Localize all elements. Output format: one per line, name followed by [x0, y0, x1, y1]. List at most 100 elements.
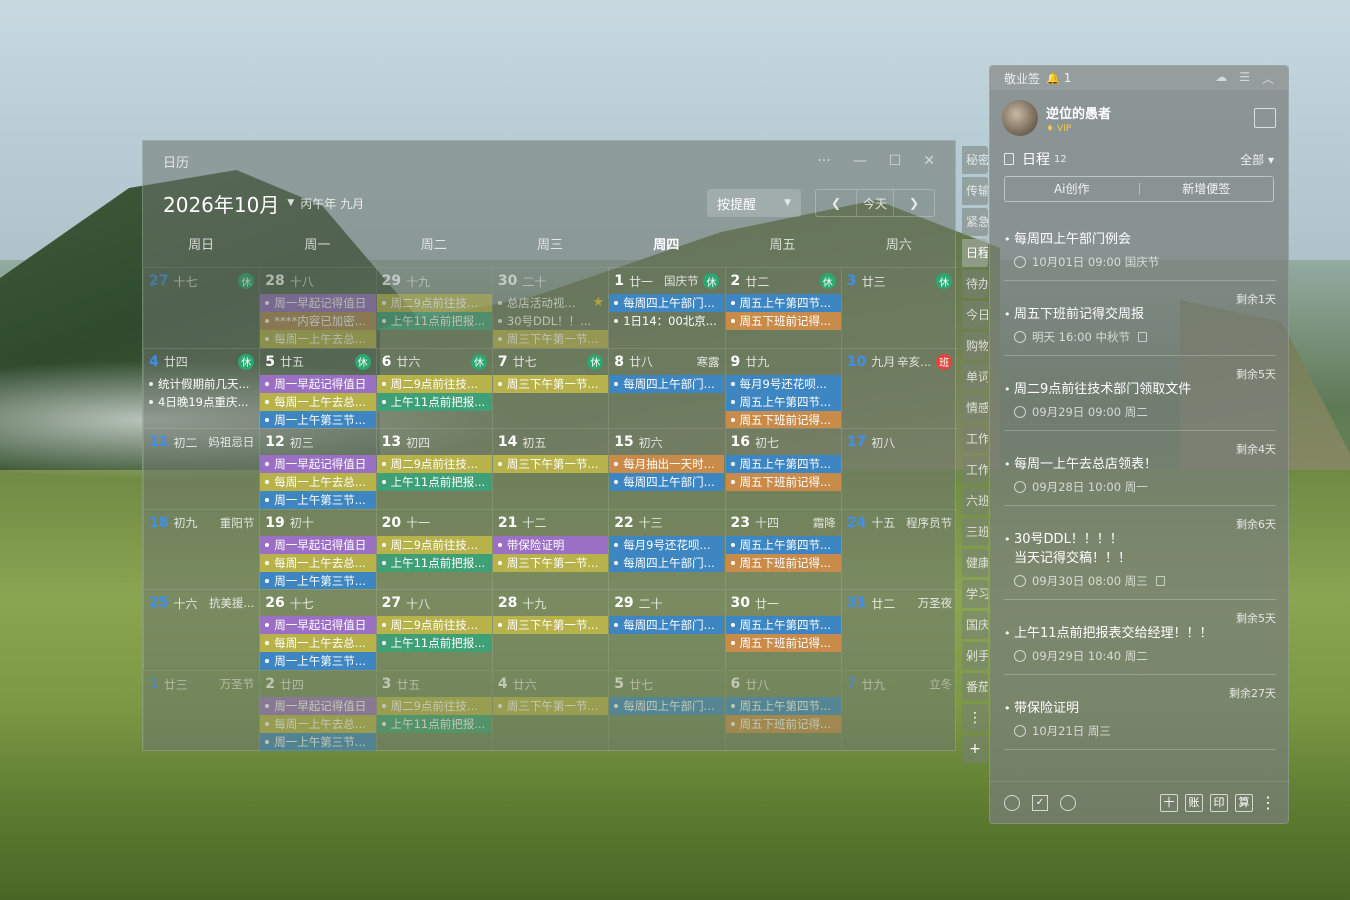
day-cell[interactable]: 31 廿二 万圣夜 — [840, 589, 958, 670]
day-cell[interactable]: 3 廿三 休 — [840, 267, 958, 348]
calendar-event[interactable]: 周一上午第三节... — [260, 571, 376, 590]
day-cell[interactable]: 26 十七 周一早起记得值日 每周一上午去总... 周一上午第三节... — [259, 589, 376, 670]
category-tab[interactable]: 今日 — [962, 301, 988, 329]
day-cell[interactable]: 1 廿一 国庆节休每周四上午部门... 1日14：00北京... — [608, 267, 725, 348]
category-tab[interactable]: 工作 — [962, 425, 988, 453]
day-cell[interactable]: 24 十五 程序员节 — [840, 508, 958, 590]
day-cell[interactable]: 28 十九 周三下午第一节... — [491, 589, 609, 670]
category-tab[interactable]: 六班 — [962, 487, 988, 515]
calendar-event[interactable]: 每周一上午去总... — [260, 553, 376, 572]
note-item[interactable]: 剩余6天30号DDL！！！！当天记得交稿！！！ 09月30日 08:00 周三 — [1004, 506, 1276, 600]
day-cell[interactable]: 17 初八 — [840, 428, 958, 509]
category-tab[interactable]: 购物 — [962, 332, 988, 360]
calendar-event[interactable]: 周五上午第四节... — [725, 616, 841, 635]
day-cell[interactable]: 18 初九 重阳节 — [143, 508, 260, 590]
month-dropdown-icon[interactable]: ▼ — [287, 198, 294, 208]
filter-dropdown[interactable]: 全部 ▾ — [1240, 151, 1274, 168]
calendar-event[interactable]: 每周四上午部门... — [609, 616, 725, 635]
day-cell[interactable]: 19 初十 周一早起记得值日 每周一上午去总... 周一上午第三节... — [259, 508, 376, 590]
day-cell[interactable]: 5 廿七 每周四上午部门... — [608, 670, 725, 751]
calendar-event[interactable]: 上午11点前把报... — [376, 634, 492, 653]
day-cell[interactable]: 3 廿五 周二9点前往技... 上午11点前把报... — [375, 670, 492, 751]
month-title[interactable]: 2026年10月 — [163, 189, 279, 218]
calendar-event[interactable]: 周五上午第四节... — [725, 294, 841, 312]
calendar-event[interactable]: 30号DDL！！... — [493, 312, 608, 330]
calendar-event[interactable]: 周一早起记得值日 — [260, 374, 376, 393]
category-tab[interactable]: 剁手 — [962, 642, 988, 670]
calendar-event[interactable]: 周一早起记得值日 — [260, 455, 376, 474]
calendar-event[interactable]: 周三下午第一节... — [492, 374, 609, 393]
note-item[interactable]: 每周四上午部门例会 10月01日 09:00 国庆节 — [1004, 216, 1276, 281]
search-icon[interactable] — [1060, 794, 1076, 811]
calendar-event[interactable]: 每周一上午去总... — [260, 473, 376, 492]
calendar-event[interactable]: 每周一上午去总... — [260, 330, 376, 348]
calendar-event[interactable]: 每周四上午部门... — [609, 374, 725, 393]
day-cell[interactable]: 13 初四 周二9点前往技... 上午11点前把报... — [375, 428, 492, 509]
new-note-button[interactable]: 新增便签 — [1140, 177, 1274, 201]
category-tab[interactable]: 三班 — [962, 518, 988, 546]
next-month-button[interactable]: ❯ — [894, 190, 934, 216]
day-cell[interactable]: 21 十二 带保险证明 周三下午第一节... — [491, 508, 609, 590]
calendar-event[interactable]: 上午11点前把报... — [376, 312, 492, 330]
prev-month-button[interactable]: ❮ — [816, 190, 856, 216]
calendar-icon[interactable] — [1254, 108, 1276, 128]
category-tab[interactable]: 紧急 — [962, 208, 988, 236]
calendar-event[interactable]: 周一上午第三节... — [260, 733, 376, 751]
day-cell[interactable]: 14 初五 周三下午第一节... — [491, 428, 609, 509]
calendar-event[interactable]: 每月9号还花呗... — [609, 535, 725, 554]
calendar-event[interactable]: 周三下午第一节... — [492, 455, 609, 474]
user-name[interactable]: 逆位的愚者 — [1046, 103, 1111, 122]
day-cell[interactable]: 10 九月 辛亥... 班 — [840, 347, 958, 429]
day-cell[interactable]: 8 廿八 寒露 每周四上午部门... — [608, 347, 725, 429]
calendar-event[interactable]: 周二9点前往技... — [376, 455, 492, 474]
calendar-event[interactable]: 每周四上午部门... — [609, 473, 725, 492]
category-tab[interactable]: 国庆 — [962, 611, 988, 639]
day-cell[interactable]: 4 廿六 周三下午第一节... — [491, 670, 609, 751]
more-icon[interactable]: ··· — [817, 153, 830, 169]
note-item[interactable]: 剩余27天带保险证明 10月21日 周三 — [1004, 675, 1276, 750]
clock-icon[interactable] — [1004, 794, 1020, 811]
avatar[interactable] — [1002, 100, 1038, 136]
day-cell[interactable]: 25 十六 抗美援... — [143, 589, 260, 670]
calendar-event[interactable]: 周一上午第三节... — [260, 491, 376, 509]
calendar-event[interactable]: 周五下班前记得... — [725, 715, 841, 733]
calendar-event[interactable]: 周五下班前记得... — [725, 553, 841, 572]
category-tab[interactable]: 情感 — [962, 394, 988, 422]
add-tab-icon[interactable]: + — [962, 735, 988, 763]
calendar-event[interactable]: 周五上午第四节... — [725, 535, 841, 554]
day-cell[interactable]: 28 十八 周一早起记得值日 ****内容已加密... 每周一上午去总... — [259, 267, 376, 348]
calendar-event[interactable]: 周三下午第一节... — [492, 697, 609, 715]
calendar-event[interactable]: 周三下午第一节... — [492, 616, 609, 635]
calendar-event[interactable]: 周五上午第四节... — [725, 392, 841, 411]
calendar-event[interactable]: 周五上午第四节... — [725, 455, 841, 474]
day-cell[interactable]: 7 廿九 立冬 — [840, 670, 958, 751]
calendar-event[interactable]: 统计假期前几天... — [144, 375, 259, 393]
bell-icon[interactable]: 🔔 — [1046, 72, 1060, 85]
more-tabs-icon[interactable]: ⋮ — [962, 704, 988, 732]
calendar-event[interactable]: 上午11点前把报... — [376, 553, 492, 572]
calendar-event[interactable]: 周一早起记得值日 — [260, 616, 376, 635]
today-button[interactable]: 今天 — [856, 190, 894, 216]
calendar-event[interactable]: 上午11点前把报... — [376, 473, 492, 492]
category-tab[interactable]: 工作 — [962, 456, 988, 484]
day-cell[interactable]: 2 廿二 休周五上午第四节... 周五下班前记得... — [724, 267, 841, 348]
calendar-event[interactable]: 每周四上午部门... — [609, 697, 725, 715]
day-cell[interactable]: 29 十九 周二9点前往技... 上午11点前把报... — [375, 267, 492, 348]
add-icon[interactable]: 十 — [1160, 793, 1178, 812]
note-item[interactable]: 剩余5天上午11点前把报表交给经理！！！ 09月29日 10:40 周二 — [1004, 600, 1276, 675]
category-tab[interactable]: 番茄 — [962, 673, 988, 701]
calendar-event[interactable]: 周二9点前往技... — [376, 616, 492, 635]
calendar-event[interactable]: 周五下班前记得... — [725, 312, 841, 330]
calendar-event[interactable]: 周二9点前往技... — [376, 294, 492, 312]
day-cell[interactable]: 29 二十 每周四上午部门... — [608, 589, 725, 670]
day-cell[interactable]: 11 初二 妈祖忌日 — [143, 428, 260, 509]
day-cell[interactable]: 9 廿九 每月9号还花呗... 周五上午第四节... 周五下班前记得... — [724, 347, 841, 429]
calendar-event[interactable]: 周一上午第三节... — [260, 410, 376, 429]
print-icon[interactable]: 印 — [1210, 793, 1228, 812]
remind-filter-select[interactable]: 按提醒 ▼ — [707, 189, 801, 217]
calendar-event[interactable]: 1日14：00北京... — [609, 312, 724, 330]
note-item[interactable]: 剩余1天周五下班前记得交周报明天 16:00 中秋节 — [1004, 281, 1276, 356]
calendar-event[interactable]: 周一早起记得值日 — [260, 697, 376, 715]
day-cell[interactable]: 12 初三 周一早起记得值日 每周一上午去总... 周一上午第三节... — [259, 428, 376, 509]
calendar-event[interactable]: 每周一上午去总... — [260, 634, 376, 653]
